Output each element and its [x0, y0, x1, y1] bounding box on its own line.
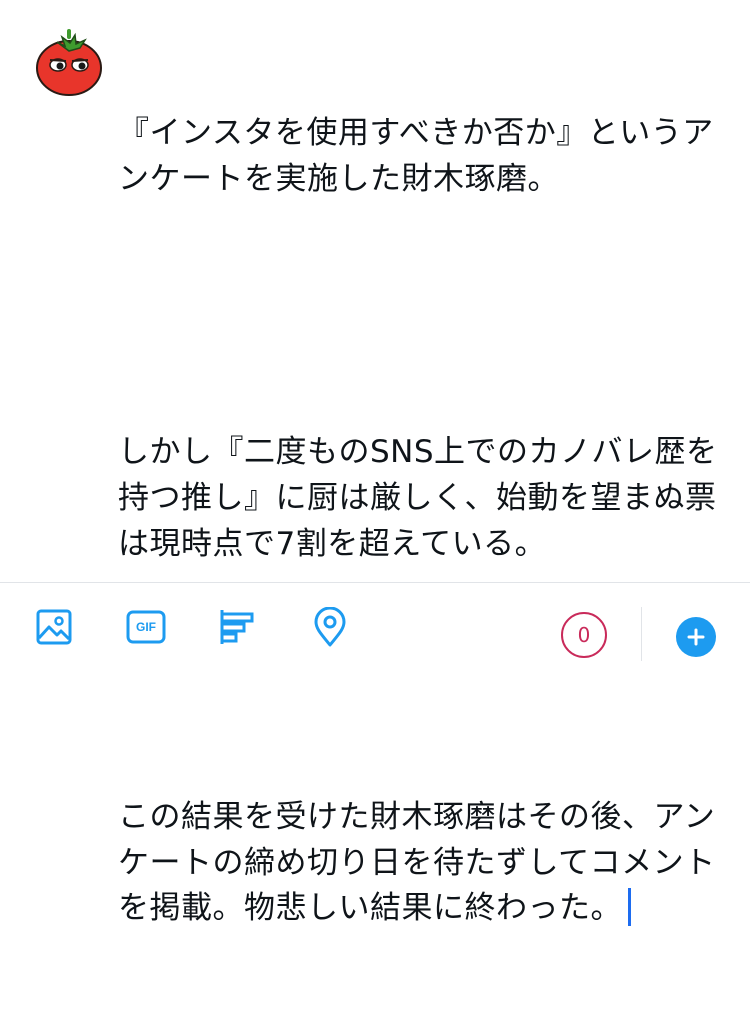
- gif-label: GIF: [136, 620, 156, 634]
- tweet-paragraph: 『インスタを使用すべきか否か』というアンケートを実施した財木琢磨。: [118, 115, 714, 197]
- tomato-avatar-icon[interactable]: [32, 24, 106, 98]
- toolbar-divider: [641, 607, 642, 661]
- plus-icon[interactable]: [676, 617, 716, 657]
- poll-icon[interactable]: [218, 607, 258, 647]
- composer-toolbar: GIF 0: [0, 582, 750, 674]
- character-counter: 0: [561, 612, 607, 658]
- text-caret: [628, 888, 631, 927]
- location-icon[interactable]: [310, 607, 350, 647]
- gif-icon[interactable]: GIF: [126, 607, 166, 647]
- image-icon[interactable]: [34, 607, 74, 647]
- tweet-text-input[interactable]: 『インスタを使用すべきか否か』というアンケートを実施した財木琢磨。 しかし『二度…: [118, 20, 730, 1023]
- tweet-paragraph-text: この結果を受けた財木琢磨はその後、アンケートの締め切り日を待たずしてコメントを掲…: [118, 799, 716, 927]
- tweet-composer: 『インスタを使用すべきか否か』というアンケートを実施した財木琢磨。 しかし『二度…: [0, 0, 750, 927]
- tweet-paragraph: この結果を受けた財木琢磨はその後、アンケートの締め切り日を待たずしてコメントを掲…: [118, 795, 730, 932]
- tweet-paragraph: しかし『二度ものSNS上でのカノバレ歴を持つ推し』に厨は厳しく、始動を望まぬ票は…: [118, 434, 718, 562]
